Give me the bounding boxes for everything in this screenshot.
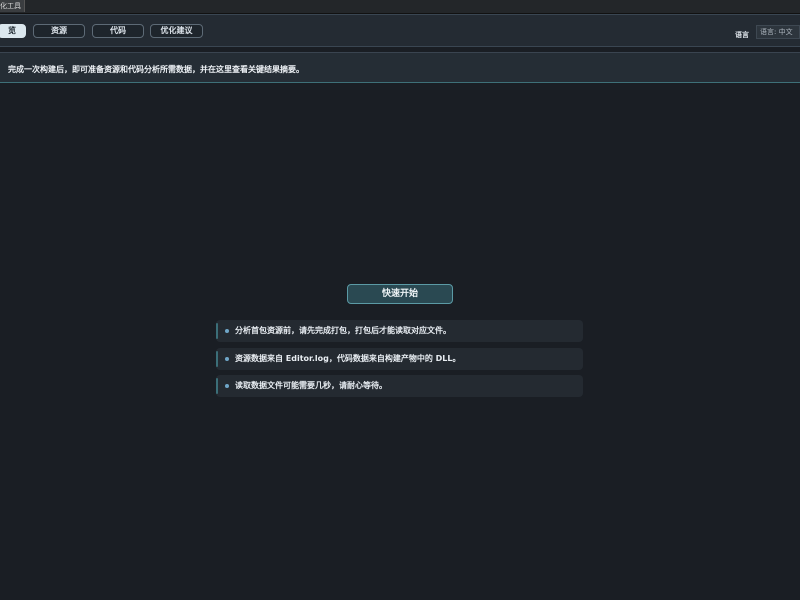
tab-overview[interactable]: 览: [0, 24, 26, 38]
language-label: 语言: [735, 31, 749, 39]
toolbar: 览 资源 代码 优化建议 语言 语言: 中文: [0, 14, 800, 47]
tab-optimization[interactable]: 优化建议: [150, 24, 203, 38]
info-banner: 完成一次构建后，即可准备资源和代码分析所需数据，并在这里查看关键结果摘要。: [0, 52, 800, 83]
info-banner-text: 完成一次构建后，即可准备资源和代码分析所需数据，并在这里查看关键结果摘要。: [8, 65, 304, 74]
tip-accent-bar: [216, 378, 218, 394]
language-select[interactable]: 语言: 中文: [756, 25, 800, 39]
tip-text: 分析首包资源前，请先完成打包，打包后才能读取对应文件。: [235, 326, 451, 335]
tip-accent-bar: [216, 351, 218, 367]
tip-accent-bar: [216, 323, 218, 339]
tip-text: 读取数据文件可能需要几秒，请耐心等待。: [235, 381, 387, 390]
bullet-icon: [225, 357, 229, 361]
tip-text: 资源数据来自 Editor.log，代码数据来自构建产物中的 DLL。: [235, 354, 461, 363]
bullet-icon: [225, 329, 229, 333]
bullet-icon: [225, 384, 229, 388]
tip-item: 读取数据文件可能需要几秒，请耐心等待。: [216, 375, 583, 397]
quickstart-button[interactable]: 快速开始: [347, 284, 453, 304]
window-title[interactable]: 化工具: [0, 0, 25, 12]
tip-item: 分析首包资源前，请先完成打包，打包后才能读取对应文件。: [216, 320, 583, 342]
title-bar: 化工具: [0, 0, 800, 14]
tab-code[interactable]: 代码: [92, 24, 144, 38]
tip-item: 资源数据来自 Editor.log，代码数据来自构建产物中的 DLL。: [216, 348, 583, 370]
tab-resources[interactable]: 资源: [33, 24, 85, 38]
